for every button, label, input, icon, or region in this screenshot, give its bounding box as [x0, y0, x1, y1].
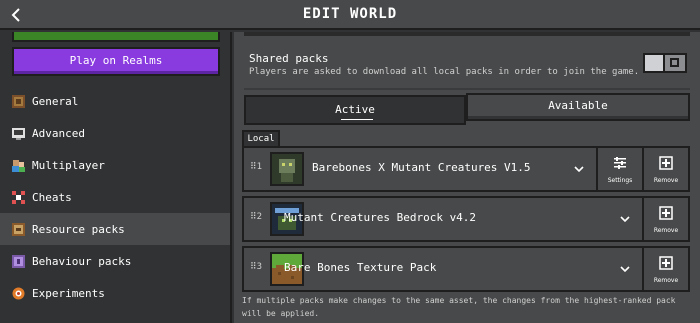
experiments-icon — [12, 287, 25, 300]
remove-pack-icon — [659, 205, 673, 220]
pack-rank: ⠿1 — [250, 162, 263, 172]
players-icon — [12, 159, 25, 172]
monitor-icon — [12, 127, 25, 140]
remove-label: Remove — [653, 227, 679, 234]
remove-pack-icon — [659, 255, 673, 270]
sidebar-item-advanced[interactable]: Advanced — [0, 117, 230, 149]
sidebar-item-resource-packs[interactable]: Resource packs — [0, 213, 230, 245]
pack-order-note: If multiple packs make changes to the sa… — [242, 296, 676, 318]
chevron-down-icon[interactable] — [618, 211, 632, 225]
cheats-icon — [12, 190, 25, 204]
toggle-off-indicator-icon — [670, 58, 679, 67]
sidebar-item-cheats[interactable]: Cheats — [0, 181, 230, 213]
behaviour-pack-icon — [12, 254, 25, 268]
pack-name: Bare Bones Texture Pack — [284, 261, 437, 274]
sliders-icon — [613, 155, 627, 169]
sidebar-item-label: Cheats — [32, 190, 72, 204]
shared-packs-toggle[interactable] — [643, 53, 687, 73]
play-on-realms-button[interactable]: Play on Realms — [12, 47, 220, 76]
resource-packs-panel: Shared packs Players are asked to downlo… — [234, 32, 700, 323]
sidebar-item-label: Experiments — [32, 286, 105, 300]
pack-row[interactable]: ⠿1 Barebones X Mutant Creatures V1.5 Set… — [242, 146, 690, 192]
pack-remove-button[interactable]: Remove — [642, 198, 688, 240]
sidebar-item-multiplayer[interactable]: Multiplayer — [0, 149, 230, 181]
toggle-knob — [645, 55, 665, 71]
title-bar: EDIT WORLD — [0, 0, 700, 30]
pack-settings-button[interactable]: Settings — [596, 148, 642, 190]
sidebar-item-label: Advanced — [32, 126, 85, 140]
sidebar-item-label: General — [32, 94, 79, 108]
remove-label: Remove — [653, 277, 679, 284]
tab-active[interactable]: Active — [244, 95, 466, 125]
sidebar: Play on Realms General Advanced Multipla… — [0, 32, 232, 323]
pack-remove-button[interactable]: Remove — [642, 248, 688, 290]
pack-rank: ⠿2 — [250, 212, 263, 222]
page-title: EDIT WORLD — [302, 6, 398, 22]
pack-rank-number: 1 — [256, 162, 263, 172]
pack-row[interactable]: ⠿3 Bare Bones Texture Pack Remove — [242, 246, 690, 292]
pack-row[interactable]: ⠿2 Mutant Creatures Bedrock v4.2 Remove — [242, 196, 690, 242]
tab-available[interactable]: Available — [466, 93, 690, 121]
pack-rank: ⠿3 — [250, 262, 263, 272]
tab-label: Available — [548, 99, 608, 112]
chevron-down-icon[interactable] — [618, 261, 632, 275]
scrolled-button-edge[interactable] — [12, 32, 220, 42]
tab-label: Active — [335, 103, 375, 116]
divider — [244, 32, 690, 36]
divider — [244, 88, 690, 90]
pack-thumbnail — [270, 152, 304, 186]
sidebar-item-behaviour-packs[interactable]: Behaviour packs — [0, 245, 230, 277]
sidebar-item-experiments[interactable]: Experiments — [0, 277, 230, 309]
sidebar-item-label: Multiplayer — [32, 158, 105, 172]
sidebar-item-general[interactable]: General — [0, 85, 230, 117]
globe-icon — [12, 94, 25, 108]
remove-pack-icon — [659, 155, 673, 170]
pack-rank-number: 2 — [256, 212, 263, 222]
chevron-down-icon[interactable] — [572, 161, 586, 175]
tab-underline — [341, 119, 373, 120]
pack-name: Barebones X Mutant Creatures V1.5 — [312, 161, 531, 174]
resource-pack-icon — [12, 222, 25, 236]
pack-rank-number: 3 — [256, 262, 263, 272]
pack-remove-button[interactable]: Remove — [642, 148, 688, 190]
settings-label: Settings — [607, 177, 633, 184]
sidebar-item-label: Behaviour packs — [32, 254, 132, 268]
shared-packs-description: Players are asked to download all local … — [249, 67, 640, 77]
sidebar-item-label: Resource packs — [32, 222, 125, 236]
shared-packs-title: Shared packs — [249, 52, 329, 65]
remove-label: Remove — [653, 177, 679, 184]
local-section-label: Local — [242, 130, 280, 146]
pack-name: Mutant Creatures Bedrock v4.2 — [284, 211, 477, 224]
